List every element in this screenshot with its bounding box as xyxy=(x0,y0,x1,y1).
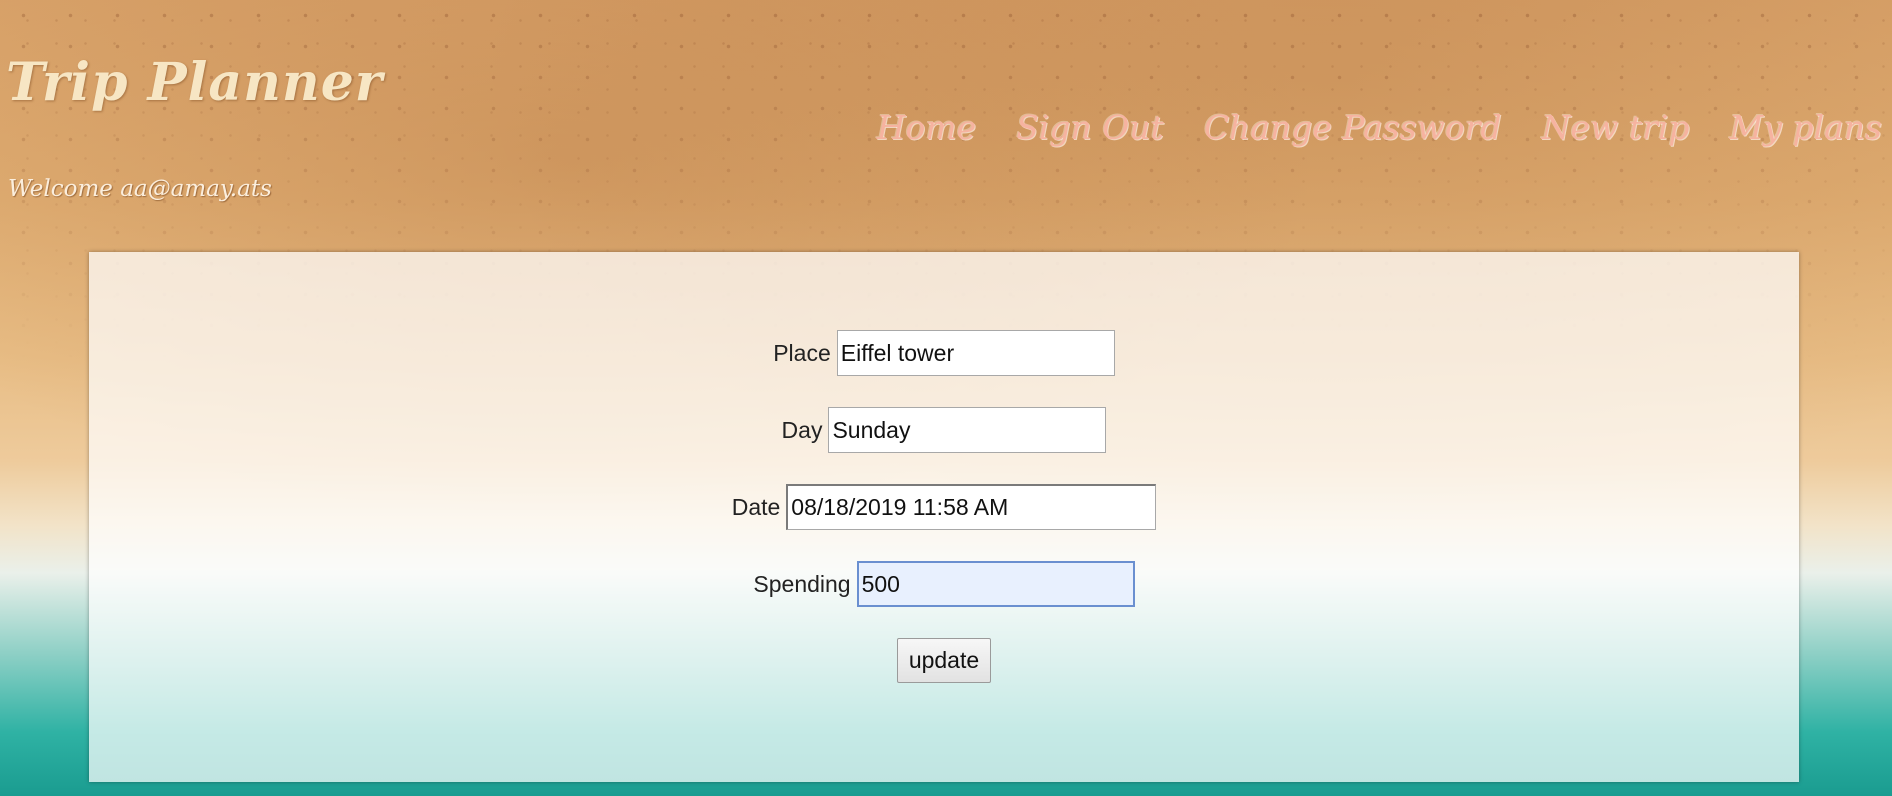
site-title: Trip Planner xyxy=(6,52,384,113)
edit-trip-panel: Place Day Date Spending update xyxy=(89,252,1799,782)
date-row: Date xyxy=(732,484,1157,530)
main-nav: Home Sign Out Change Password New trip M… xyxy=(877,108,1882,147)
nav-my-plans-link[interactable]: My plans xyxy=(1730,108,1882,147)
date-input[interactable] xyxy=(786,484,1157,530)
nav-home-link[interactable]: Home xyxy=(877,108,976,147)
page-body: { "header": { "title": "Trip Planner", "… xyxy=(0,0,1892,796)
day-row: Day xyxy=(782,407,1107,453)
spending-input[interactable] xyxy=(856,561,1135,607)
nav-new-trip-link[interactable]: New trip xyxy=(1542,108,1690,147)
place-label: Place xyxy=(773,339,831,366)
welcome-message: Welcome aa@amay.ats xyxy=(8,176,272,202)
place-input[interactable] xyxy=(836,330,1115,376)
update-button[interactable]: update xyxy=(896,638,992,683)
date-label: Date xyxy=(731,493,781,520)
day-input[interactable] xyxy=(828,407,1107,453)
place-row: Place xyxy=(773,330,1115,376)
spending-label: Spending xyxy=(753,570,851,597)
edit-trip-form: Place Day Date Spending update xyxy=(89,330,1799,683)
nav-change-password-link[interactable]: Change Password xyxy=(1204,108,1502,147)
nav-sign-out-link[interactable]: Sign Out xyxy=(1016,108,1164,147)
day-label: Day xyxy=(781,416,823,443)
spending-row: Spending xyxy=(753,561,1135,607)
